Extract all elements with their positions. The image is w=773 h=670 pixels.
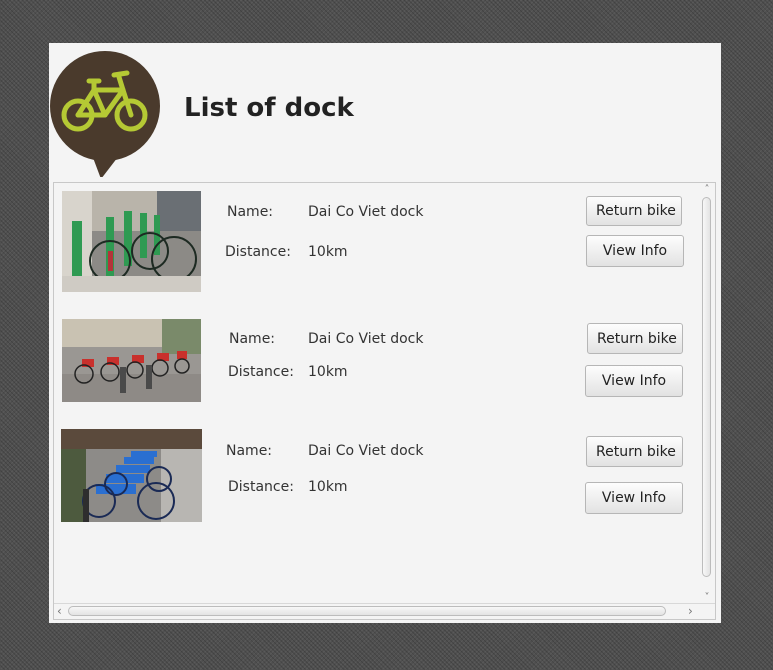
scroll-up-arrow-icon[interactable]: ˄ (700, 184, 714, 196)
dock-name-value: Dai Co Viet dock (308, 204, 424, 220)
list-item: Name: Dai Co Viet dock Distance: 10km Re… (54, 189, 694, 299)
dock-distance-value: 10km (308, 244, 348, 260)
dock-list[interactable]: Name: Dai Co Viet dock Distance: 10km Re… (53, 182, 716, 620)
dock-name-label: Name: (226, 443, 273, 459)
dock-name-label: Name: (229, 331, 276, 347)
scroll-left-arrow-icon[interactable]: ‹ (57, 604, 62, 618)
vertical-scroll-thumb[interactable] (702, 197, 711, 577)
view-info-button[interactable]: View Info (585, 365, 683, 397)
vertical-scrollbar[interactable]: ˄ ˅ (700, 183, 714, 605)
return-bike-button[interactable]: Return bike (587, 323, 683, 354)
dock-distance-label: Distance: (228, 479, 294, 495)
dock-name-label: Name: (227, 204, 274, 220)
return-bike-button[interactable]: Return bike (586, 196, 682, 226)
dock-photo (61, 429, 202, 522)
dock-name-value: Dai Co Viet dock (308, 331, 424, 347)
scroll-right-arrow-icon[interactable]: › (688, 604, 693, 618)
horizontal-scroll-thumb[interactable] (68, 606, 666, 616)
bike-logo-icon (49, 47, 161, 179)
dock-distance-label: Distance: (228, 364, 294, 380)
horizontal-scrollbar[interactable]: ‹ › (54, 603, 715, 619)
dock-list-window: List of dock Name: Dai Co Viet dock Dist… (49, 43, 721, 623)
view-info-button[interactable]: View Info (585, 482, 683, 514)
dock-distance-value: 10km (308, 479, 348, 495)
list-item: Name: Dai Co Viet dock Distance: 10km Re… (54, 429, 694, 539)
dock-name-value: Dai Co Viet dock (308, 443, 424, 459)
view-info-button[interactable]: View Info (586, 235, 684, 267)
page-title: List of dock (184, 93, 354, 123)
dock-distance-value: 10km (308, 364, 348, 380)
dock-distance-label: Distance: (225, 244, 291, 260)
dock-photo (62, 319, 201, 402)
return-bike-button[interactable]: Return bike (586, 436, 683, 467)
list-item: Name: Dai Co Viet dock Distance: 10km Re… (54, 316, 694, 426)
dock-photo (62, 191, 201, 292)
